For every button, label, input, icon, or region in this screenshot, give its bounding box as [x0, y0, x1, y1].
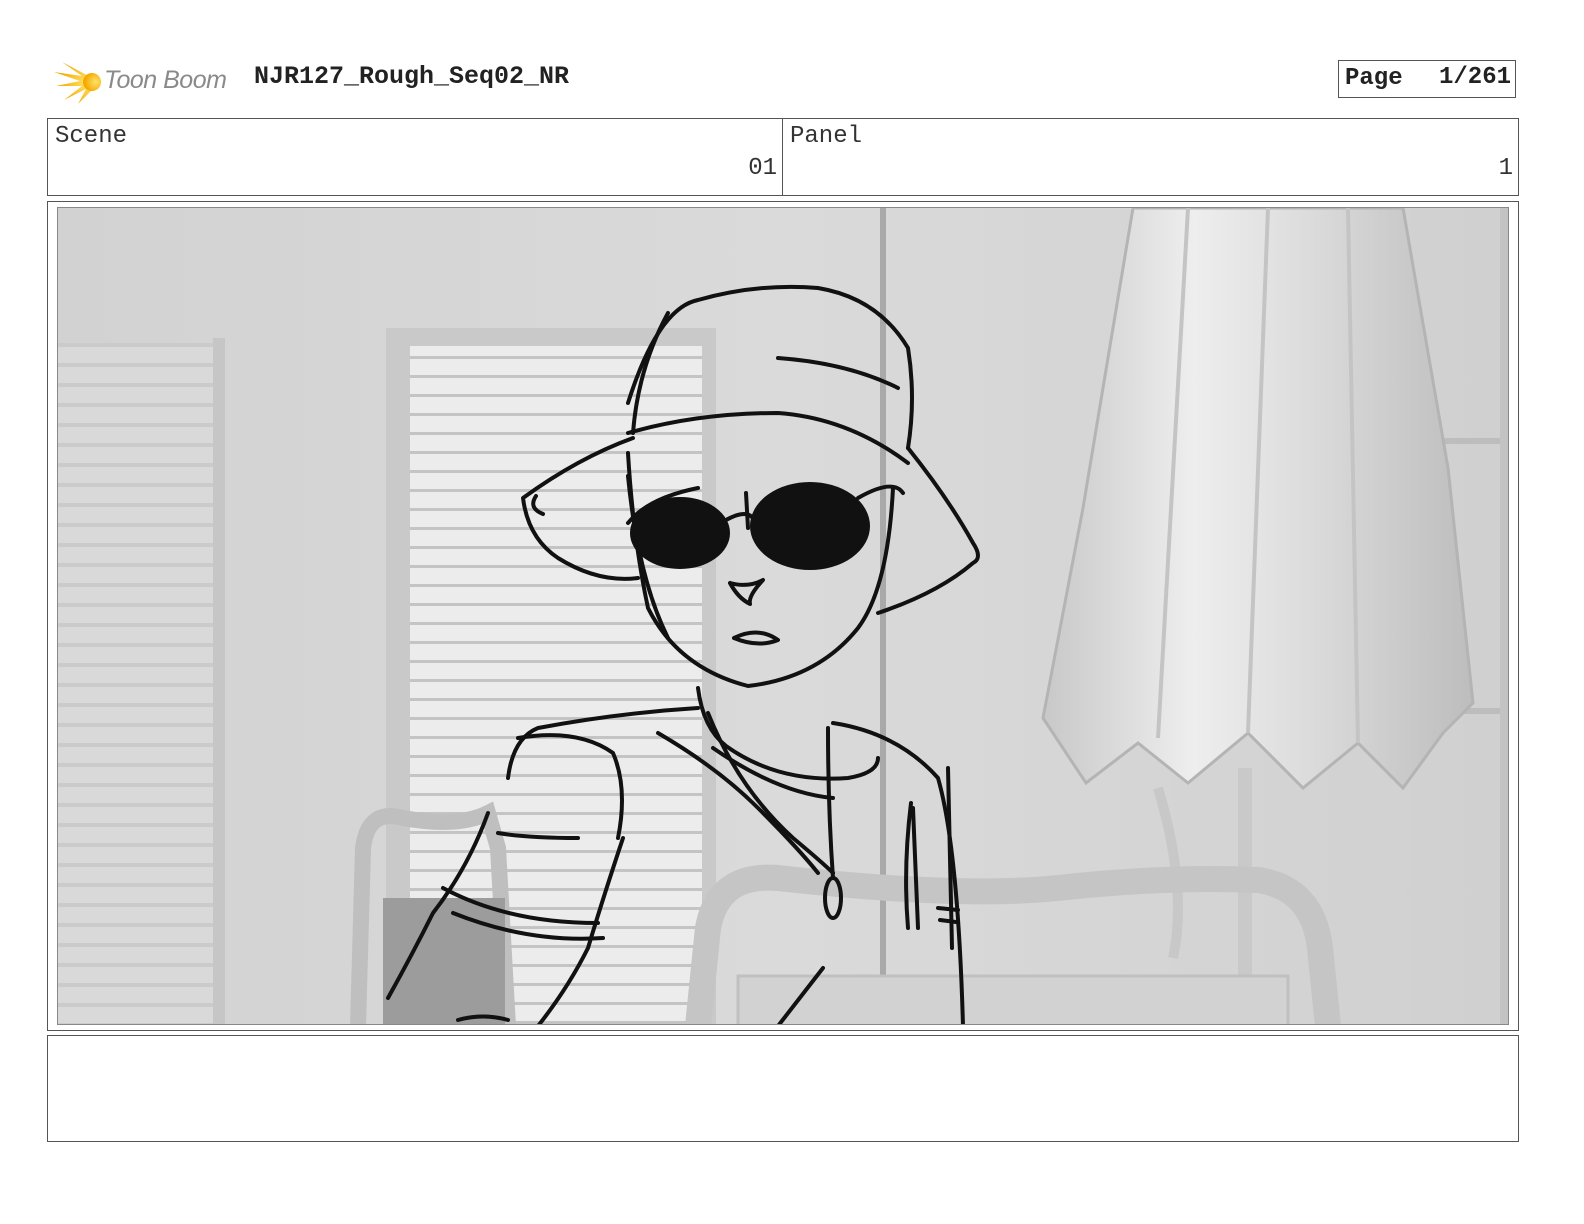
logo-wordmark: Toon Boom: [104, 66, 227, 94]
panel-number: 1: [1498, 155, 1513, 182]
toon-boom-logo: Toon Boom: [52, 56, 242, 108]
sunburst-logo-icon: [54, 62, 101, 104]
scene-cell: Scene 01: [48, 119, 783, 195]
panel-cell: Panel 1: [783, 119, 1518, 195]
scene-number: 01: [748, 155, 777, 182]
document-title: NJR127_Rough_Seq02_NR: [254, 62, 570, 91]
left-window: [58, 343, 218, 1024]
scene-panel-info: Scene 01 Panel 1: [47, 118, 1519, 196]
panel-label: Panel: [790, 123, 863, 150]
page-label: Page: [1345, 65, 1403, 92]
notes-box: [47, 1035, 1519, 1142]
storyboard-drawing: [58, 208, 1508, 1024]
panel-image: [57, 207, 1509, 1025]
page-number: 1/261: [1438, 64, 1511, 91]
page-indicator: Page 1/261: [1338, 60, 1516, 98]
post: [880, 208, 886, 1024]
scene-label: Scene: [55, 123, 128, 150]
